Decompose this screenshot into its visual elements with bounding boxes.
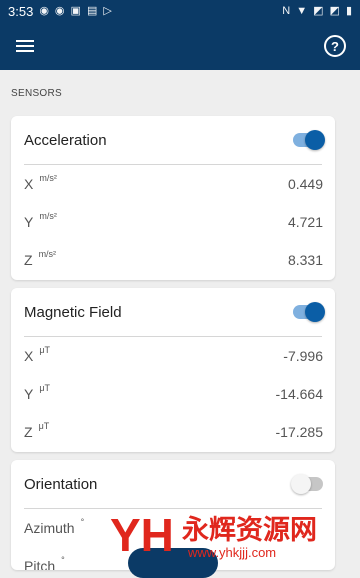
- no-signal-icon: ◩: [313, 4, 324, 17]
- unit-label: m/s²: [38, 249, 57, 259]
- help-icon[interactable]: ?: [324, 35, 346, 57]
- sensor-value: 0.449: [287, 176, 323, 192]
- sensor-value: -7.996: [283, 348, 323, 364]
- orientation-toggle[interactable]: [291, 474, 323, 494]
- acceleration-toggle[interactable]: [293, 130, 325, 150]
- axis-label: Y: [24, 386, 34, 402]
- sensor-row-x: Xm/s² 0.449: [11, 165, 335, 203]
- axis-label: Pitch: [24, 558, 56, 570]
- app-bar: ?: [0, 22, 360, 70]
- card-title: Orientation: [24, 475, 98, 493]
- status-time: 3:53: [8, 3, 34, 19]
- sensor-value: 4.721: [287, 214, 323, 230]
- acceleration-card: Acceleration Xm/s² 0.449 Ym/s² 4.721 Zm/…: [11, 116, 335, 280]
- unit-label: μT: [39, 345, 51, 355]
- status-bar: 3:53 ◉ ◉ ▣ ▤ ▷ N ▼ ◩ ◩ ▮: [0, 0, 360, 22]
- magnetic-field-toggle[interactable]: [293, 302, 325, 322]
- magnetic-field-card: Magnetic Field XμT -7.996 YμT -14.664 Zμ…: [11, 288, 335, 452]
- axis-label: Z: [24, 252, 33, 268]
- nfc-icon: N: [282, 4, 291, 17]
- axis-label: X: [24, 176, 34, 192]
- notification-icon: ◉: [54, 4, 65, 17]
- sensor-row-x: XμT -7.996: [11, 337, 335, 375]
- unit-label: m/s²: [39, 211, 57, 221]
- sensor-row-z: Zm/s² 8.331: [11, 241, 335, 279]
- card-title: Acceleration: [24, 131, 107, 149]
- sensor-row-z: ZμT -17.285: [11, 413, 335, 451]
- unit-label: μT: [38, 421, 50, 431]
- axis-label: X: [24, 348, 34, 364]
- notification-icon: ◉: [39, 4, 49, 17]
- image-icon: ▣: [70, 4, 81, 17]
- sim-icon: ▤: [86, 4, 98, 17]
- axis-label: Y: [24, 214, 34, 230]
- floating-action-button[interactable]: [128, 548, 218, 578]
- unit-label: m/s²: [39, 173, 57, 183]
- sensor-row-y: Ym/s² 4.721: [11, 203, 335, 241]
- unit-label: °: [80, 517, 85, 527]
- sensor-row-y: YμT -14.664: [11, 375, 335, 413]
- unit-label: μT: [39, 383, 51, 393]
- axis-label: Azimuth: [24, 520, 75, 536]
- card-title: Magnetic Field: [24, 303, 122, 321]
- no-signal-icon: ◩: [329, 4, 340, 17]
- sensor-value: -17.285: [275, 424, 323, 440]
- sensor-value: 8.331: [287, 252, 323, 268]
- play-store-icon: ▷: [103, 4, 112, 17]
- menu-icon[interactable]: [14, 35, 36, 57]
- section-title: SENSORS: [11, 88, 63, 99]
- sensor-row-azimuth: Azimuth °: [11, 509, 335, 547]
- axis-label: Z: [24, 424, 33, 440]
- sensor-value: -14.664: [275, 386, 323, 402]
- wifi-icon: ▼: [296, 4, 308, 17]
- battery-icon: ▮: [345, 4, 352, 17]
